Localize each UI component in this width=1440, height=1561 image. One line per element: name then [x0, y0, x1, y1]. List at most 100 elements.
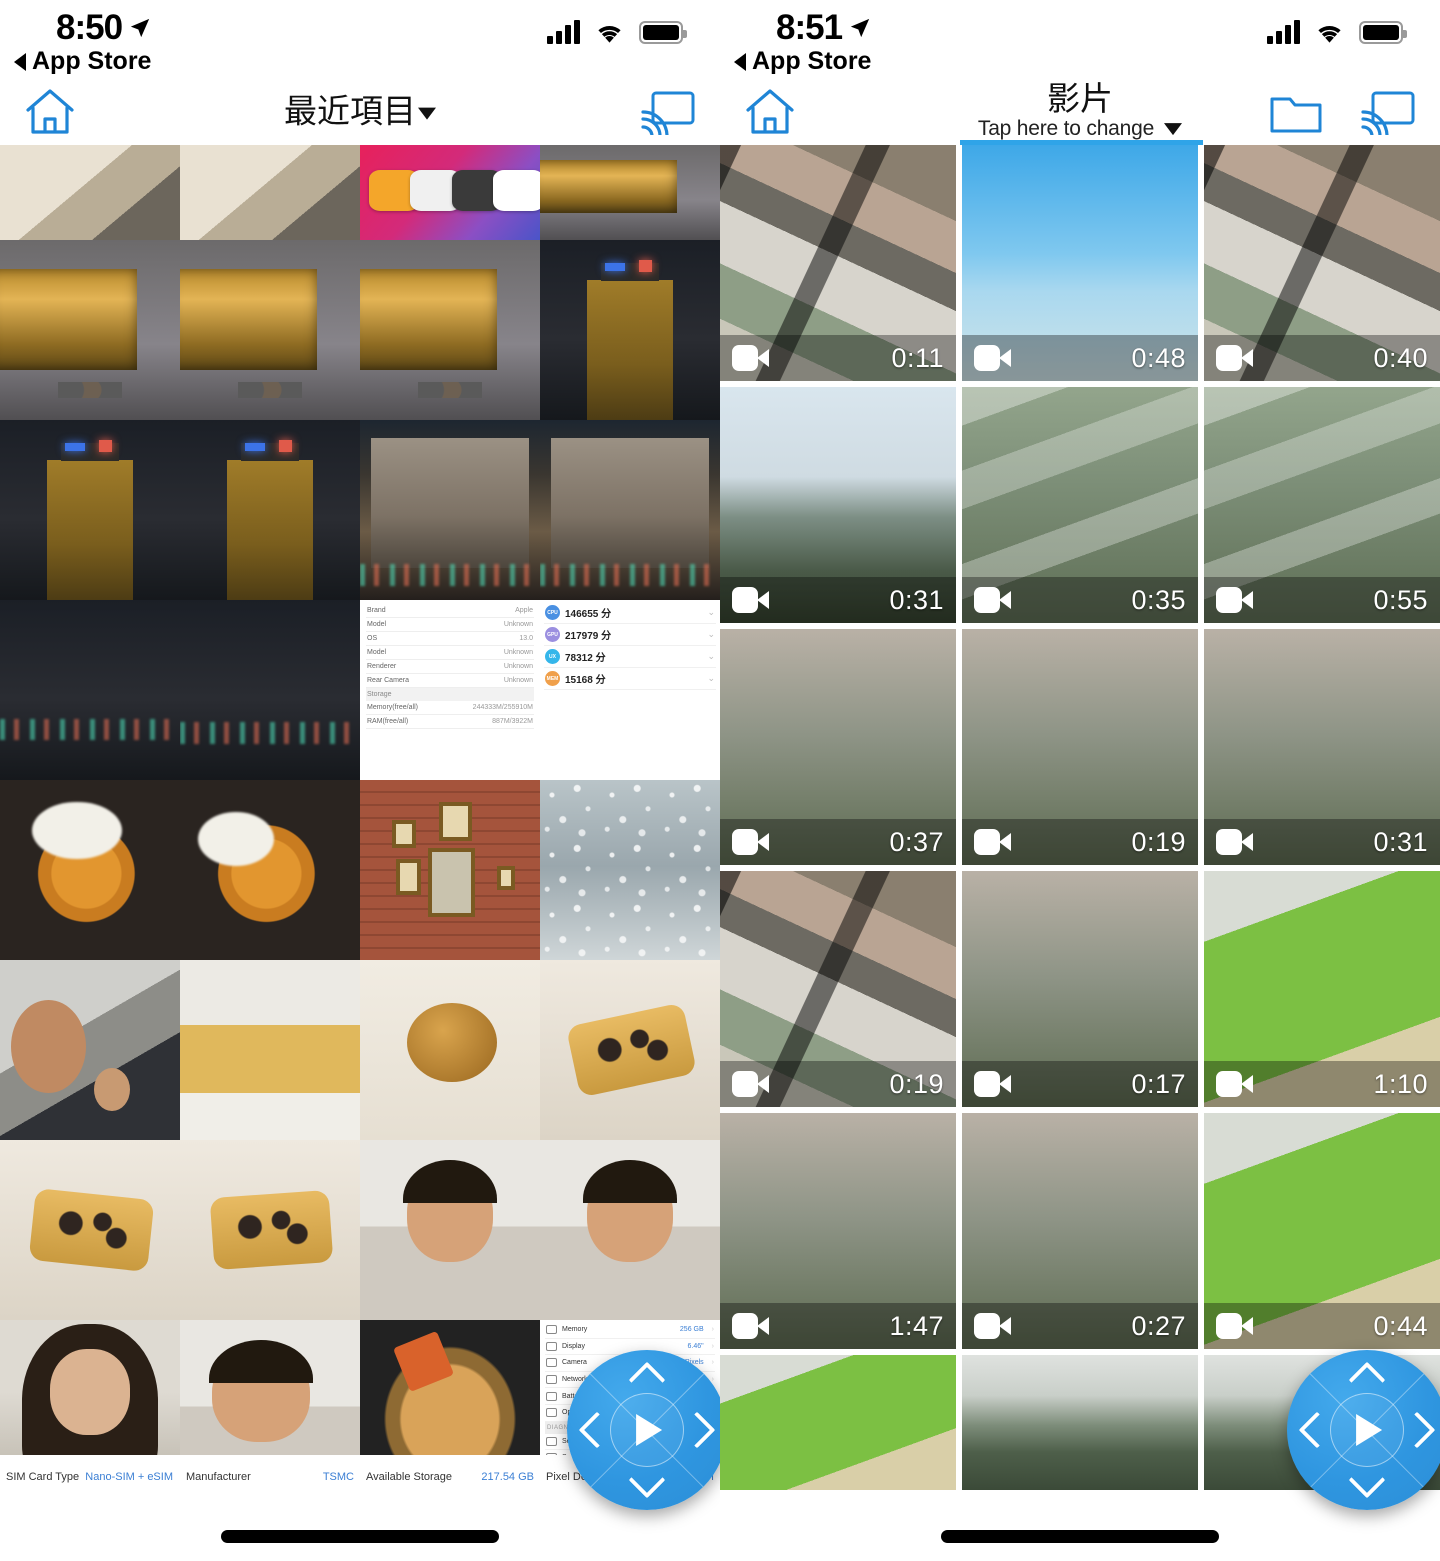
video-overlay: 0:48	[962, 335, 1198, 381]
photo-thumbnail[interactable]	[180, 240, 360, 420]
photo-thumbnail[interactable]	[540, 240, 720, 420]
thumbnail-image	[540, 960, 720, 1140]
network-icon	[546, 1375, 557, 1385]
video-thumbnail[interactable]: 0:35	[962, 387, 1198, 623]
bottom-label-cell: SIM Card Type Nano-SIM + eSIM	[0, 1455, 180, 1501]
photo-thumbnail[interactable]	[360, 240, 540, 420]
photo-thumbnail[interactable]	[180, 960, 360, 1140]
media-type-selector[interactable]: 影片 Tap here to change	[720, 81, 1440, 142]
video-thumbnail[interactable]: 1:10	[1204, 871, 1440, 1107]
benchmark-info-screenshot[interactable]: Brand Apple Model Unknown OS 13.0 Model Unkn…	[360, 600, 540, 780]
info-value: Unknown	[503, 621, 533, 628]
info-value: 13.0	[519, 635, 533, 642]
video-thumbnail[interactable]: 0:55	[1204, 387, 1440, 623]
status-time-text: 8:51	[776, 8, 843, 47]
video-thumbnail[interactable]: 0:19	[962, 629, 1198, 865]
photo-thumbnail[interactable]	[360, 1140, 540, 1320]
cpu-badge: CPU	[545, 605, 560, 620]
bottom-value: Nano-SIM + eSIM	[85, 1471, 173, 1483]
info-label: Model	[367, 621, 387, 628]
folder-icon[interactable]	[1268, 89, 1324, 135]
back-label: App Store	[32, 47, 152, 75]
video-thumbnail[interactable]: 0:17	[962, 871, 1198, 1107]
photo-thumbnail[interactable]	[360, 960, 540, 1140]
video-thumbnail[interactable]: 1:47	[720, 1113, 956, 1349]
video-thumbnail[interactable]: 0:11	[720, 145, 956, 381]
thumbnail-image	[360, 145, 540, 240]
info-row: Brand Apple	[366, 604, 534, 618]
photo-thumbnail[interactable]	[0, 240, 180, 420]
video-thumbnail[interactable]: 0:48	[962, 145, 1198, 381]
bottom-label-cell: Available Storage 217.54 GB	[360, 1455, 540, 1501]
photo-thumbnail[interactable]	[0, 145, 180, 240]
info-row: RAM(free/all) 887M/3922M	[366, 715, 534, 729]
photo-thumbnail[interactable]	[0, 1140, 180, 1320]
video-thumbnail[interactable]: 0:27	[962, 1113, 1198, 1349]
video-thumbnail[interactable]	[720, 1355, 956, 1490]
status-time-text: 8:50	[56, 8, 123, 47]
photo-thumbnail[interactable]	[540, 145, 720, 240]
nav-bar-right: 影片 Tap here to change	[720, 78, 1440, 145]
thumbnail-image	[0, 145, 180, 240]
video-thumbnail[interactable]: 0:31	[720, 387, 956, 623]
play-icon[interactable]	[1356, 1414, 1383, 1446]
benchmark-scores-screenshot[interactable]: CPU 146655 分 ⌄ GPU 217979 分 ⌄ UX 78312 分 ⌄ MEM…	[540, 600, 720, 780]
chevron-right-icon[interactable]	[678, 1411, 716, 1449]
thumbnail-image	[0, 240, 180, 420]
photo-thumbnail[interactable]	[540, 780, 720, 960]
score-rows: CPU 146655 分 ⌄ GPU 217979 分 ⌄ UX 78312 分 ⌄ MEM…	[540, 600, 720, 780]
play-icon[interactable]	[636, 1414, 663, 1446]
photo-thumbnail[interactable]	[360, 145, 540, 240]
video-duration: 0:44	[1373, 1310, 1428, 1341]
video-thumbnail[interactable]: 0:31	[1204, 629, 1440, 865]
photo-thumbnail[interactable]	[360, 780, 540, 960]
video-thumbnail[interactable]: 0:40	[1204, 145, 1440, 381]
thumbnail-image	[540, 780, 720, 960]
video-thumbnail[interactable]: 0:44	[1204, 1113, 1440, 1349]
video-overlay: 0:40	[1204, 335, 1440, 381]
info-value: Unknown	[503, 663, 533, 670]
photo-thumbnail[interactable]	[0, 420, 180, 600]
video-thumbnail[interactable]	[962, 1355, 1198, 1490]
recent-photos-grid[interactable]: Brand Apple Model Unknown OS 13.0 Model Unkn…	[0, 145, 720, 1500]
thumbnail-image	[540, 1140, 720, 1320]
photo-thumbnail[interactable]	[540, 1140, 720, 1320]
info-label: Memory(free/all)	[367, 704, 418, 711]
chevron-right-icon: ›	[711, 1376, 714, 1384]
back-to-app-store-left[interactable]: App Store	[14, 47, 151, 76]
photo-thumbnail[interactable]	[180, 600, 360, 780]
photo-thumbnail[interactable]	[0, 780, 180, 960]
videos-grid[interactable]: 0:11 0:48 0:40 0:31 0:35 0:55 0:37 0:19 …	[720, 145, 1440, 1490]
video-camera-icon	[732, 587, 770, 613]
video-camera-icon	[1216, 1071, 1254, 1097]
back-to-app-store-right[interactable]: App Store	[734, 47, 871, 76]
album-title-left[interactable]: 最近項目	[0, 94, 720, 129]
photo-thumbnail[interactable]	[0, 960, 180, 1140]
video-thumbnail[interactable]: 0:37	[720, 629, 956, 865]
photo-thumbnail[interactable]	[180, 420, 360, 600]
photo-thumbnail[interactable]	[0, 600, 180, 780]
photo-thumbnail[interactable]	[540, 960, 720, 1140]
info-row: Memory(free/all) 244333M/255910M	[366, 701, 534, 715]
photo-thumbnail[interactable]	[360, 420, 540, 600]
photo-thumbnail[interactable]	[180, 1140, 360, 1320]
cast-icon[interactable]	[640, 89, 696, 135]
chevron-down-icon[interactable]	[1348, 1461, 1386, 1499]
bottom-value: 217.54 GB	[481, 1471, 534, 1483]
chevron-down-icon[interactable]	[628, 1461, 666, 1499]
back-triangle-icon	[14, 52, 26, 71]
photo-thumbnail[interactable]	[180, 780, 360, 960]
chevron-right-icon[interactable]	[1398, 1411, 1436, 1449]
remote-dpad-control[interactable]	[1287, 1350, 1440, 1510]
video-overlay: 0:31	[1204, 819, 1440, 865]
thumbnail-image	[180, 960, 360, 1140]
cast-icon[interactable]	[1360, 89, 1416, 135]
video-thumbnail[interactable]: 0:19	[720, 871, 956, 1107]
video-duration: 0:17	[1131, 1068, 1186, 1099]
video-duration: 0:27	[1131, 1310, 1186, 1341]
photo-thumbnail[interactable]	[540, 420, 720, 600]
video-overlay: 0:55	[1204, 577, 1440, 623]
photo-thumbnail[interactable]	[180, 145, 360, 240]
video-duration: 0:19	[889, 1068, 944, 1099]
remote-dpad-control[interactable]	[567, 1350, 720, 1510]
